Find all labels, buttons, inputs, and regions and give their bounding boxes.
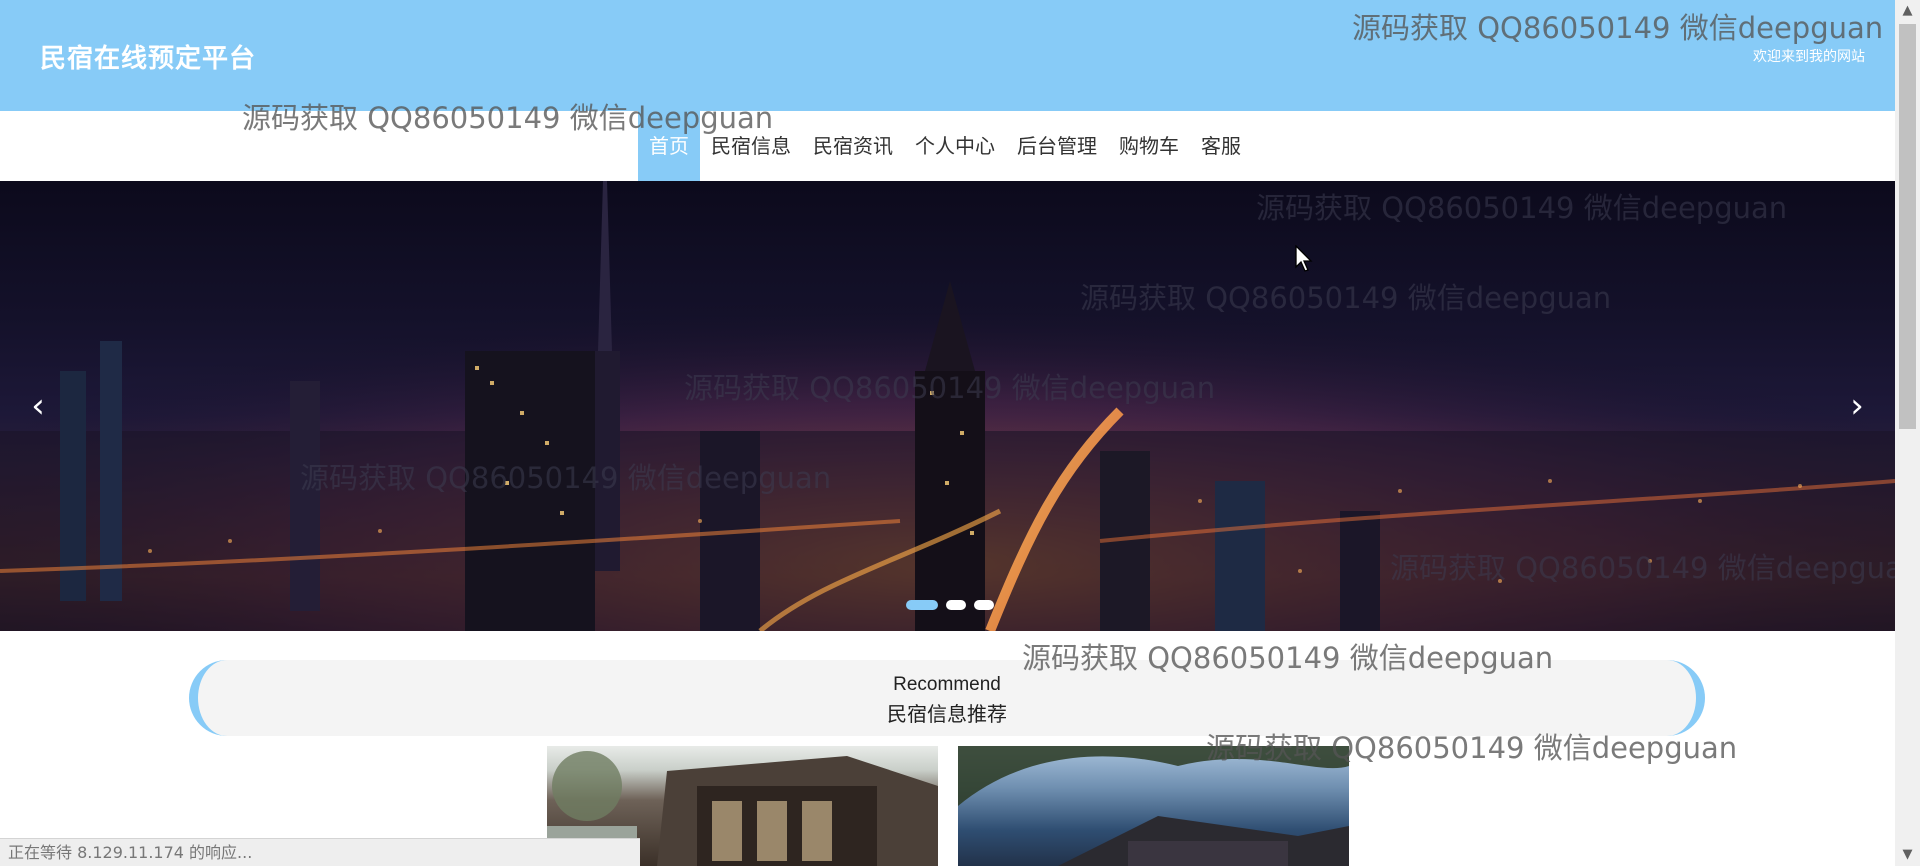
banner-image (0, 181, 1895, 631)
main-nav: 首页 民宿信息 民宿资讯 个人中心 后台管理 购物车 客服 (0, 111, 1895, 181)
homestay-card-image[interactable] (958, 746, 1349, 866)
carousel-dot[interactable] (906, 600, 938, 610)
scroll-down-icon[interactable]: ▼ (1895, 844, 1920, 866)
nav-item-homestay-news[interactable]: 民宿资讯 (802, 111, 904, 181)
carousel-dot[interactable] (946, 600, 966, 610)
site-header: 民宿在线预定平台 欢迎来到我的网站 (0, 0, 1895, 111)
recommend-title-cn: 民宿信息推荐 (887, 702, 1007, 726)
carousel-dot[interactable] (974, 600, 994, 610)
site-title[interactable]: 民宿在线预定平台 (40, 38, 256, 75)
banner-carousel[interactable]: ‹ › (0, 181, 1895, 631)
recommend-section-header: Recommend 民宿信息推荐 (189, 660, 1705, 736)
nav-item-admin[interactable]: 后台管理 (1006, 111, 1108, 181)
page: 民宿在线预定平台 欢迎来到我的网站 首页 民宿信息 民宿资讯 个人中心 后台管理… (0, 0, 1895, 866)
welcome-text: 欢迎来到我的网站 (1753, 49, 1865, 65)
vertical-scrollbar[interactable]: ▲ ▼ (1895, 0, 1920, 866)
nav-item-homestay-info[interactable]: 民宿信息 (700, 111, 802, 181)
mouse-cursor-icon (1295, 245, 1313, 272)
browser-status-bar: 正在等待 8.129.11.174 的响应... (0, 838, 640, 866)
carousel-prev-button[interactable]: ‹ (18, 381, 58, 431)
scroll-up-icon[interactable]: ▲ (1895, 0, 1920, 22)
nav-item-home[interactable]: 首页 (638, 111, 700, 181)
carousel-next-button[interactable]: › (1837, 381, 1877, 431)
scrollbar-thumb[interactable] (1899, 24, 1916, 429)
nav-item-customer-service[interactable]: 客服 (1190, 111, 1252, 181)
nav-item-personal-center[interactable]: 个人中心 (904, 111, 1006, 181)
carousel-indicators (906, 600, 994, 610)
recommend-title-en: Recommend (893, 674, 1001, 695)
homestay-photo (958, 746, 1349, 866)
nav-item-cart[interactable]: 购物车 (1108, 111, 1190, 181)
